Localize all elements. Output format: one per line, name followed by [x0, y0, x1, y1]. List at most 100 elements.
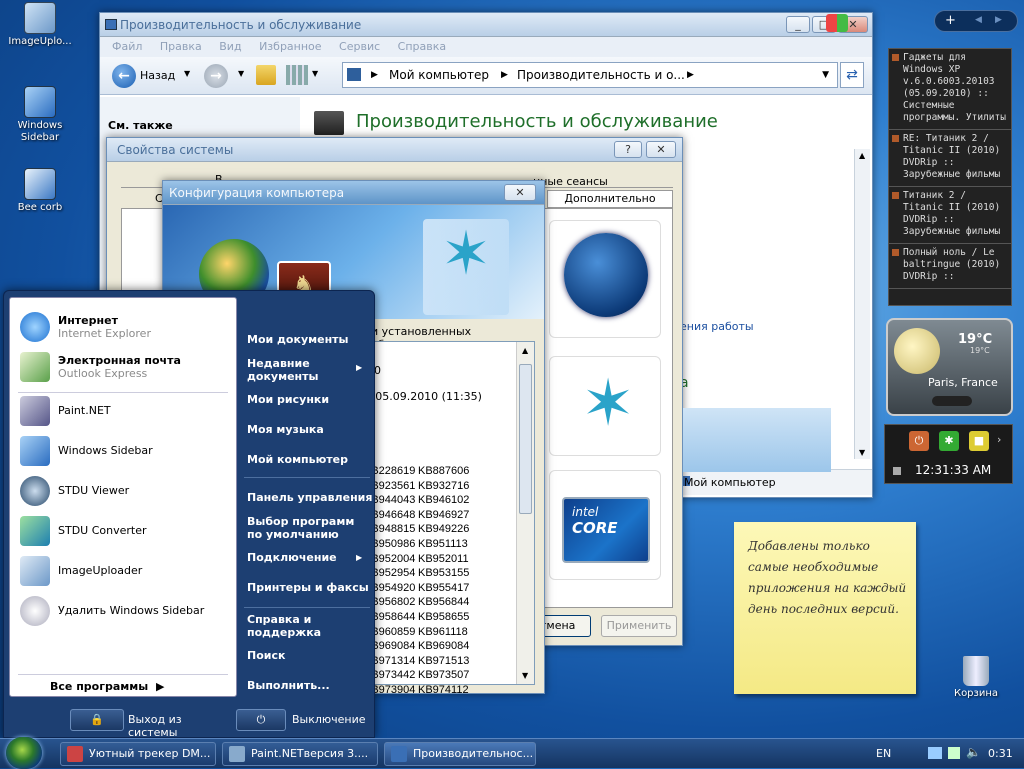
scroll-up-icon[interactable]: ▲ — [859, 151, 865, 160]
weather-temp: 19°C — [958, 332, 993, 347]
weather-gadget[interactable]: 19°C 19°C Paris, France — [886, 318, 1013, 416]
menu-tools[interactable]: Сервис — [339, 40, 380, 53]
menu-edit[interactable]: Правка — [160, 40, 202, 53]
address-bar[interactable]: ▶ Мой компьютер ▶ Производительность и о… — [342, 62, 838, 88]
tray-clock[interactable]: 0:31 — [988, 747, 1013, 760]
all-programs-button[interactable]: Все программы ▶ — [50, 680, 170, 696]
close-button[interactable]: ✕ — [646, 141, 676, 158]
breadcrumb-performance[interactable]: Производительность и о... — [517, 63, 685, 87]
scroll-up-icon[interactable]: ▲ — [522, 346, 528, 355]
taskbar-task-tracker[interactable]: Уютный трекер DM... — [60, 742, 216, 766]
breadcrumb-my-computer[interactable]: Мой компьютер — [389, 63, 489, 87]
start-link-search[interactable]: Поиск — [247, 649, 285, 662]
start-item-internet[interactable]: Интернет Internet Explorer — [16, 310, 232, 346]
minimize-button[interactable]: _ — [786, 16, 810, 33]
folder-up-icon[interactable] — [256, 65, 276, 85]
rss-item[interactable]: Полный ноль / Le baltringue (2010) DVDRi… — [889, 244, 1011, 289]
restart-gadget-icon[interactable]: ✱ — [939, 431, 959, 451]
menu-help[interactable]: Справка — [398, 40, 446, 53]
chart-banner — [683, 408, 831, 472]
start-item-uninstall-sidebar[interactable]: Удалить Windows Sidebar — [16, 594, 232, 630]
forward-arrow-icon[interactable]: → — [204, 64, 228, 88]
sidebar-icon — [24, 86, 56, 118]
shutdown-button[interactable]: ⏻ Выключение — [236, 709, 372, 731]
recycle-bin[interactable]: Корзина — [936, 656, 1016, 700]
address-dropdown-icon[interactable]: ▼ — [822, 63, 829, 87]
rss-item[interactable]: Титаник 2 / Titanic II (2010) DVDRip :: … — [889, 187, 1011, 244]
start-item-email[interactable]: Электронная почта Outlook Express — [16, 350, 232, 386]
apply-button[interactable]: Применить — [601, 615, 677, 637]
start-item-stdu-viewer[interactable]: STDU Viewer — [16, 474, 232, 510]
start-orb-button[interactable] — [6, 737, 42, 769]
views-icon[interactable] — [286, 65, 308, 85]
updates-scrollbar[interactable]: ▲ ▼ — [516, 342, 534, 684]
start-link-default-programs[interactable]: Выбор программ по умолчанию — [247, 515, 357, 541]
add-gadget-icon[interactable]: + — [945, 13, 956, 28]
task-link[interactable]: ения работы — [680, 320, 754, 333]
views-dropdown-icon[interactable]: ▼ — [312, 69, 318, 78]
start-link-my-documents[interactable]: Мои документы — [247, 333, 349, 346]
explorer-titlebar[interactable]: Производительность и обслуживание _ □ ✕ — [100, 13, 872, 37]
desktop-icon-imageuploader[interactable]: ImageUplo... — [0, 2, 80, 48]
kb-cell: KB887606 — [418, 465, 470, 477]
start-item-stdu-converter[interactable]: STDU Converter — [16, 514, 232, 550]
rss-item[interactable]: Гаджеты для Windows XP v.6.0.6003.20103 … — [889, 49, 1011, 130]
scroll-thumb[interactable] — [519, 364, 532, 514]
start-link-recent-documents[interactable]: Недавние документы — [247, 357, 327, 383]
imageuploader-icon — [24, 2, 56, 34]
menu-view[interactable]: Вид — [219, 40, 241, 53]
browser-icon — [67, 746, 83, 762]
rss-item[interactable]: RE: Титаник 2 / Titanic II (2010) DVDRip… — [889, 130, 1011, 187]
lock-gadget-icon[interactable]: ■ — [969, 431, 989, 451]
desktop-icon-bee-corb[interactable]: Bee corb — [0, 168, 80, 214]
scrollbar[interactable]: ▲ ▼ — [854, 149, 870, 459]
start-item-imageuploader[interactable]: ImageUploader — [16, 554, 232, 590]
network-icon[interactable] — [928, 747, 942, 759]
chevron-right-icon[interactable]: › — [997, 433, 1001, 446]
moon-icon — [894, 328, 940, 374]
close-button[interactable]: ✕ — [504, 184, 536, 201]
start-link-printers[interactable]: Принтеры и факсы — [247, 581, 369, 594]
start-item-paintnet[interactable]: Paint.NET — [16, 394, 232, 430]
logoff-button[interactable]: 🔒 Выход из системы — [70, 709, 232, 739]
start-item-windows-sidebar[interactable]: Windows Sidebar — [16, 434, 232, 470]
system-properties-titlebar[interactable]: Свойства системы ? ✕ — [107, 138, 682, 162]
cancel-button[interactable]: тмена — [537, 615, 591, 637]
config-titlebar[interactable]: Конфигурация компьютера ✕ — [163, 181, 544, 205]
refresh-button[interactable]: ⇄ — [840, 62, 864, 88]
next-icon[interactable]: ▶ — [995, 15, 1002, 25]
sticky-note[interactable]: Добавлены только самые необходимые прило… — [734, 522, 916, 694]
tab-advanced[interactable]: Дополнительно — [547, 190, 673, 208]
start-link-help[interactable]: Справка и поддержка — [247, 613, 337, 639]
start-link-my-pictures[interactable]: Мои рисунки — [247, 393, 329, 406]
language-indicator[interactable]: EN — [876, 747, 891, 760]
scroll-down-icon[interactable]: ▼ — [522, 671, 528, 680]
menu-favorites[interactable]: Избранное — [259, 40, 321, 53]
desktop-icon-label: Windows Sidebar — [17, 120, 63, 143]
safely-remove-icon[interactable] — [948, 747, 960, 759]
back-arrow-icon[interactable]: ← — [112, 64, 136, 88]
start-link-my-computer[interactable]: Мой компьютер — [247, 453, 348, 466]
back-button-label[interactable]: Назад — [140, 69, 175, 82]
forward-dropdown-icon[interactable]: ▼ — [238, 69, 244, 78]
start-link-my-music[interactable]: Моя музыка — [247, 423, 324, 436]
start-item-title: STDU Viewer — [58, 484, 130, 497]
scroll-down-icon[interactable]: ▼ — [859, 448, 865, 457]
desktop-icon-windows-sidebar[interactable]: Windows Sidebar — [0, 86, 80, 144]
prev-icon[interactable]: ◀ — [975, 15, 982, 25]
taskbar-task-paintnet[interactable]: Paint.NETверсия 3.... — [222, 742, 378, 766]
taskbar-task-explorer[interactable]: Производительнос... — [384, 742, 536, 766]
start-item-title: Paint.NET — [58, 404, 111, 417]
start-link-control-panel[interactable]: Панель управления — [247, 491, 372, 504]
start-item-title: Windows Sidebar — [58, 444, 153, 457]
volume-icon[interactable]: 🔈 — [966, 745, 981, 759]
start-item-title: Удалить Windows Sidebar — [58, 604, 205, 617]
weather-pager[interactable] — [932, 396, 972, 406]
back-dropdown-icon[interactable]: ▼ — [184, 69, 190, 78]
start-link-run[interactable]: Выполнить... — [247, 679, 330, 692]
kb-cell: KB971513 — [418, 654, 470, 667]
start-link-connect[interactable]: Подключение — [247, 551, 337, 564]
shutdown-gadget-icon[interactable]: ⏻ — [909, 431, 929, 451]
menu-file[interactable]: Файл — [112, 40, 142, 53]
help-button[interactable]: ? — [614, 141, 642, 158]
